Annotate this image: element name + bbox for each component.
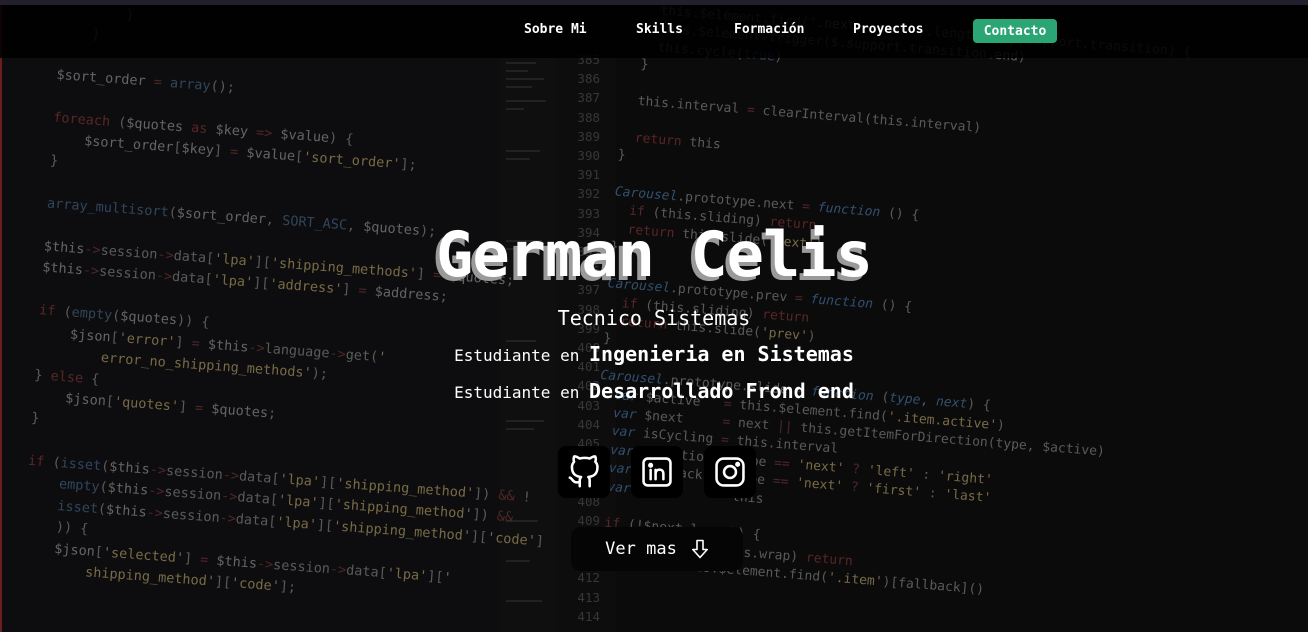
github-link[interactable]	[558, 446, 610, 498]
github-icon	[568, 455, 599, 488]
hero-line-highlight: Ingenieria en Sistemas	[588, 342, 854, 366]
hero-name: German Celis	[436, 218, 873, 291]
hero-line-prefix: Estudiante en	[454, 346, 580, 365]
instagram-link[interactable]	[704, 446, 756, 498]
contact-button[interactable]: Contacto	[973, 19, 1057, 43]
hero-subtitle: Tecnico Sistemas	[557, 306, 751, 330]
hero-line-prefix: Estudiante en	[454, 383, 580, 402]
nav-link-proyectos[interactable]: Proyectos	[853, 22, 923, 37]
ver-mas-button[interactable]: Ver mas	[571, 527, 743, 571]
nav-link-skills[interactable]: Skills	[636, 22, 683, 37]
nav-link-sobre-mi[interactable]: Sobre Mi	[524, 22, 587, 37]
linkedin-icon	[642, 457, 672, 487]
hero-line-frontend: Estudiante en Desarrollado Frond end	[0, 379, 1308, 403]
hero-line-highlight: Desarrollado Frond end	[588, 379, 854, 403]
navbar: Sobre Mi Skills Formación Proyectos Cont…	[0, 0, 1308, 58]
ver-mas-label: Ver mas	[605, 539, 677, 559]
arrow-down-icon	[691, 539, 708, 559]
nav-link-formacion[interactable]: Formación	[734, 22, 804, 37]
linkedin-link[interactable]	[631, 446, 683, 498]
hero-line-ingenieria: Estudiante en Ingenieria en Sistemas	[0, 342, 1308, 366]
instagram-icon	[715, 457, 745, 487]
